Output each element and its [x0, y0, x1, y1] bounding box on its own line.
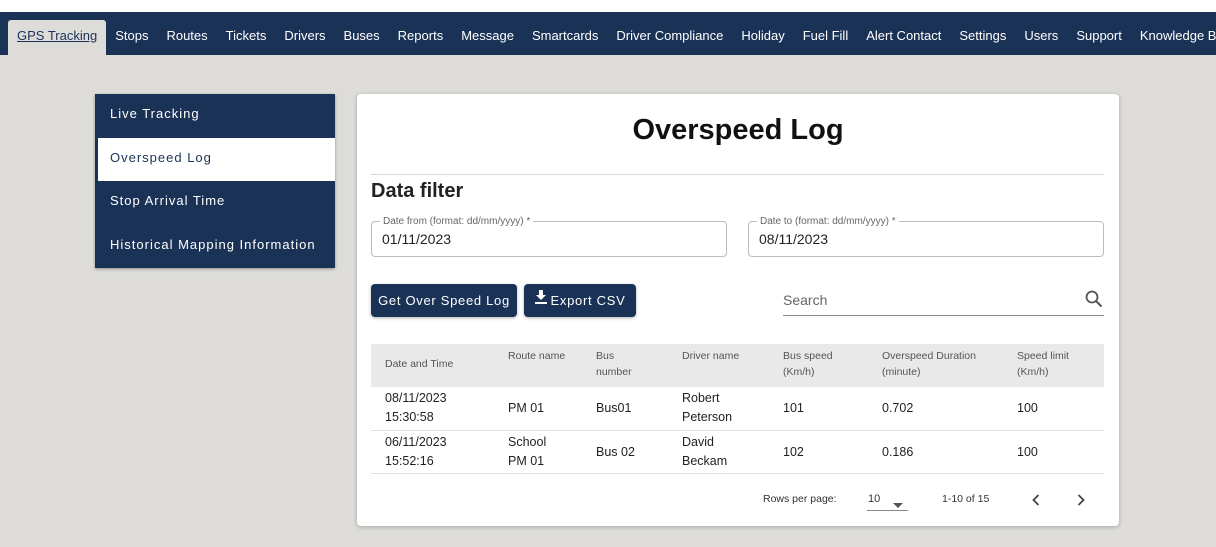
cell-date: 08/11/2023: [385, 391, 447, 405]
nav-item-alert-contact[interactable]: Alert Contact: [857, 20, 950, 55]
cell-bus: Bus 02: [596, 444, 635, 459]
sidebar: Live Tracking Overspeed Log Stop Arrival…: [95, 94, 335, 268]
cell-speed: 101: [783, 401, 804, 415]
cell-driver-first: David: [682, 434, 714, 449]
pagination-footer: Rows per page: 10 1-10 of 15: [357, 484, 1119, 514]
nav-item-buses[interactable]: Buses: [335, 20, 389, 55]
nav-item-gps-tracking[interactable]: GPS Tracking: [8, 20, 107, 55]
top-nav-bar: GPS Tracking Stops Routes Tickets Driver…: [0, 12, 1216, 55]
nav-item-driver-compliance[interactable]: Driver Compliance: [607, 20, 732, 55]
export-csv-button[interactable]: Export CSV: [524, 284, 636, 317]
cell-limit: 100: [1017, 444, 1038, 459]
rows-per-page-select[interactable]: 10: [867, 489, 908, 511]
cell-route-line2: PM 01: [508, 453, 545, 468]
sidebar-item-historical-mapping[interactable]: Historical Mapping Information: [95, 225, 335, 269]
col-bus-number[interactable]: Bus number: [596, 348, 648, 380]
nav-item-routes[interactable]: Routes: [157, 20, 216, 55]
chevron-right-icon[interactable]: [1071, 490, 1091, 510]
page-title: Overspeed Log: [632, 114, 844, 146]
pagination-range: 1-10 of 15: [942, 493, 990, 505]
cell-limit: 100: [1017, 401, 1038, 415]
table-row[interactable]: 06/11/2023 15:52:16 School PM 01 Bus 02 …: [371, 431, 1104, 474]
nav-item-knowledge-base[interactable]: Knowledge Base: [1131, 20, 1216, 55]
sidebar-item-overspeed-log[interactable]: Overspeed Log: [98, 137, 335, 181]
date-from-value[interactable]: 01/11/2023: [382, 231, 451, 247]
top-strip: [0, 0, 1216, 12]
cell-driver: Robert Peterson: [682, 389, 732, 427]
cell-route: PM 01: [508, 401, 545, 415]
nav-item-support[interactable]: Support: [1067, 20, 1131, 55]
cell-driver: David Beckam: [682, 433, 727, 471]
cell-date-time: 06/11/2023 15:52:16: [385, 433, 447, 471]
search-input[interactable]: [783, 290, 1073, 310]
nav-item-message[interactable]: Message: [452, 20, 523, 55]
nav-item-settings[interactable]: Settings: [950, 20, 1015, 55]
nav-item-smartcards[interactable]: Smartcards: [523, 20, 607, 55]
main-card: Overspeed Log Data filter Date from (for…: [357, 94, 1119, 526]
col-bus-speed[interactable]: Bus speed (Km/h): [783, 348, 853, 380]
get-over-speed-log-button[interactable]: Get Over Speed Log: [371, 284, 517, 317]
cell-duration: 0.702: [882, 401, 914, 415]
cell-route: School PM 01: [508, 433, 546, 471]
date-to-value[interactable]: 08/11/2023: [759, 231, 828, 247]
cell-date-time: 08/11/2023 15:30:58: [385, 389, 447, 427]
divider: [371, 174, 1104, 175]
table-header: Date and Time Route name Bus number Driv…: [371, 344, 1104, 387]
cell-route-line1: School: [508, 434, 547, 449]
date-to-label: Date to (format: dd/mm/yyyy) *: [757, 216, 899, 227]
nav-item-users[interactable]: Users: [1015, 20, 1067, 55]
nav-item-reports[interactable]: Reports: [389, 20, 453, 55]
col-driver-name[interactable]: Driver name: [682, 348, 739, 364]
overspeed-table: Date and Time Route name Bus number Driv…: [371, 344, 1104, 474]
cell-driver-first: Robert: [682, 391, 720, 405]
nav-item-holiday[interactable]: Holiday: [732, 20, 793, 55]
cell-duration: 0.186: [882, 444, 914, 459]
cell-driver-last: Beckam: [682, 453, 728, 468]
col-overspeed-duration[interactable]: Overspeed Duration (minute): [882, 348, 992, 380]
nav-item-stops[interactable]: Stops: [106, 20, 157, 55]
cell-date: 06/11/2023: [385, 434, 447, 449]
download-icon: [534, 283, 547, 316]
filter-heading: Data filter: [371, 180, 464, 202]
rows-per-page-label: Rows per page:: [763, 493, 837, 505]
date-from-label: Date from (format: dd/mm/yyyy) *: [380, 216, 534, 227]
search-icon[interactable]: [1085, 290, 1103, 313]
date-to-field[interactable]: Date to (format: dd/mm/yyyy) * 08/11/202…: [748, 216, 1104, 257]
col-date-time[interactable]: Date and Time: [385, 356, 453, 372]
cell-time: 15:52:16: [385, 453, 434, 468]
cell-bus: Bus01: [596, 401, 632, 415]
nav-item-drivers[interactable]: Drivers: [275, 20, 334, 55]
cell-driver-last: Peterson: [682, 410, 733, 424]
export-csv-label: Export CSV: [550, 293, 626, 308]
sidebar-item-live-tracking[interactable]: Live Tracking: [95, 94, 335, 138]
rows-per-page-value: 10: [868, 493, 881, 505]
nav-item-tickets[interactable]: Tickets: [217, 20, 276, 55]
table-row[interactable]: 08/11/2023 15:30:58 PM 01 Bus01 Robert P…: [371, 387, 1104, 431]
col-route-name[interactable]: Route name: [508, 348, 565, 364]
get-over-speed-log-label: Get Over Speed Log: [378, 293, 510, 308]
nav-item-fuel-fill[interactable]: Fuel Fill: [794, 20, 858, 55]
chevron-left-icon[interactable]: [1026, 490, 1046, 510]
sidebar-item-stop-arrival-time[interactable]: Stop Arrival Time: [95, 181, 335, 225]
date-from-field[interactable]: Date from (format: dd/mm/yyyy) * 01/11/2…: [371, 216, 727, 257]
cell-speed: 102: [783, 444, 804, 459]
cell-time: 15:30:58: [385, 410, 434, 424]
caret-down-icon: [893, 496, 903, 514]
col-speed-limit[interactable]: Speed limit (Km/h): [1017, 348, 1087, 380]
search-box[interactable]: [783, 287, 1104, 316]
